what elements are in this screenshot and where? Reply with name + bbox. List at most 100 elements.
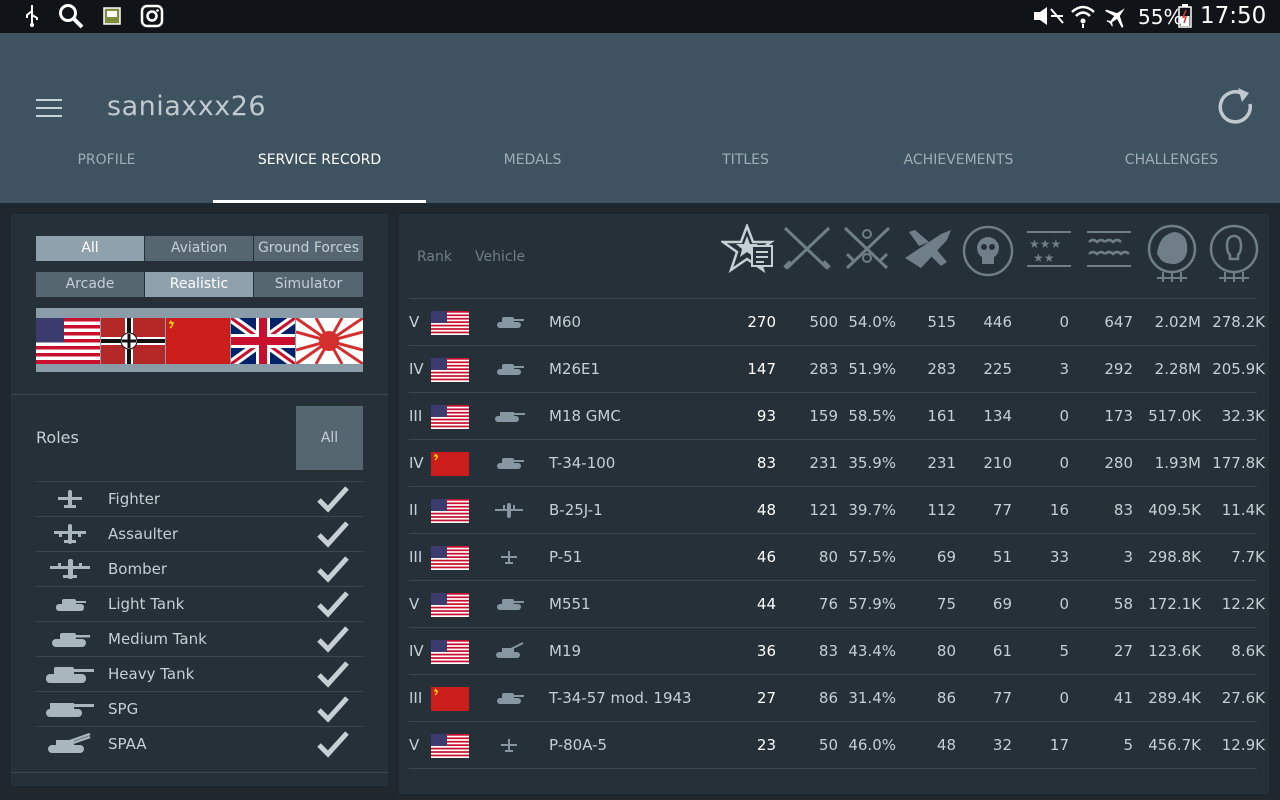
lion-icon[interactable] (1145, 224, 1197, 286)
nation-flag-usa (431, 358, 469, 382)
role-row[interactable]: SPAA (36, 726, 363, 761)
vehicle-spg-icon (493, 407, 525, 425)
role-row[interactable]: Fighter (36, 481, 363, 516)
filter-ground-forces-button[interactable]: Ground Forces (254, 236, 363, 261)
checkmark-icon[interactable] (316, 660, 350, 688)
roles-label: Roles (36, 428, 79, 447)
vehicle-tank-icon (493, 313, 525, 331)
stat-cell: 17 (1049, 736, 1069, 754)
nation-ussr-flag[interactable] (166, 318, 230, 364)
stat-cell: 289.4K (1148, 689, 1201, 707)
instagram-icon (140, 4, 164, 28)
table-row[interactable]: IV M19 36 83 43.4% 80 61 5 27 123.6K 8.6K (409, 627, 1265, 674)
deaths-icon[interactable] (961, 224, 1014, 286)
battles-icon[interactable] (719, 222, 775, 286)
filter-aviation-button[interactable]: Aviation (145, 236, 253, 261)
fighter-icon (44, 488, 96, 510)
table-row[interactable]: III M18 GMC 93 159 58.5% 161 134 0 173 517.0K 32.3… (409, 392, 1265, 439)
role-row[interactable]: Bomber (36, 551, 363, 586)
tab-achievements[interactable]: ACHIEVEMENTS (852, 143, 1065, 203)
stat-cell: 12.2K (1221, 595, 1265, 613)
role-label: SPG (108, 700, 139, 718)
checkmark-icon[interactable] (316, 625, 350, 653)
table-row[interactable]: V P-80A-5 23 50 46.0% 48 32 17 5 456.7K 12.9K (409, 721, 1265, 768)
stat-cell: 2.28M (1154, 360, 1201, 378)
nation-germany-flag[interactable] (101, 318, 165, 364)
nation-usa-flag[interactable] (36, 318, 100, 364)
usb-icon (24, 4, 40, 28)
checkmark-icon[interactable] (316, 590, 350, 618)
roles-all-button[interactable]: All (296, 406, 363, 470)
vehicle-name: M551 (549, 595, 591, 613)
stat-cell: 278.2K (1212, 313, 1265, 331)
nation-japan-flag[interactable] (296, 318, 363, 364)
menu-button[interactable] (36, 99, 62, 119)
table-row[interactable]: IV M26E1 147 283 51.9% 283 225 3 292 2.28M 205.9K (409, 345, 1265, 392)
air-kills-icon[interactable] (901, 224, 953, 286)
stat-cell: 7.7K (1231, 548, 1265, 566)
mute-icon (1032, 4, 1066, 28)
nation-britain-flag[interactable] (231, 318, 295, 364)
checkmark-icon[interactable] (316, 485, 350, 513)
stat-cell: 44 (756, 595, 776, 613)
stat-cell: 32.3K (1221, 407, 1265, 425)
light-tank-icon (44, 593, 96, 615)
ground-kills-stars-icon[interactable]: ★★★ ★★ (1023, 224, 1075, 286)
stat-cell: 5 (1059, 642, 1069, 660)
mode-realistic-button[interactable]: Realistic (145, 272, 253, 297)
role-row[interactable]: Medium Tank (36, 621, 363, 656)
stat-cell: 5 (1123, 736, 1133, 754)
role-row[interactable]: SPG (36, 691, 363, 726)
divider (11, 772, 388, 773)
stat-cell: 27.6K (1221, 689, 1265, 707)
filter-all-button[interactable]: All (36, 236, 144, 261)
table-row[interactable]: II B-25J-1 48 121 39.7% 112 77 16 83 409.5K 11.4K (409, 486, 1265, 533)
tab-titles[interactable]: TITLES (639, 143, 852, 203)
role-row[interactable]: Heavy Tank (36, 656, 363, 691)
stat-cell: 27 (1113, 642, 1133, 660)
vehicle-name: P-51 (549, 548, 583, 566)
tab-service-record[interactable]: SERVICE RECORD (213, 143, 426, 203)
refresh-button[interactable] (1214, 86, 1258, 130)
role-label: Fighter (108, 490, 161, 508)
vehicle-name: M60 (549, 313, 582, 331)
table-row[interactable]: V M551 44 76 57.9% 75 69 0 58 172.1K 12.2K (409, 580, 1265, 627)
stat-cell: 3 (1059, 360, 1069, 378)
mode-simulator-button[interactable]: Simulator (254, 272, 363, 297)
victories-icon[interactable] (781, 224, 833, 286)
role-label: Heavy Tank (108, 665, 195, 683)
stat-cell: 83 (756, 454, 776, 472)
ground-kills-icon[interactable] (1083, 224, 1135, 286)
mode-arcade-button[interactable]: Arcade (36, 272, 144, 297)
vehicle-name: M18 GMC (549, 407, 621, 425)
app-bar: saniaxxx26 PROFILE SERVICE RECORD MEDALS… (0, 33, 1280, 203)
table-row[interactable]: V M60 270 500 54.0% 515 446 0 647 2.02M 278.2K (409, 298, 1265, 345)
win-rate-icon[interactable] (841, 224, 893, 286)
tab-medals[interactable]: MEDALS (426, 143, 639, 203)
checkmark-icon[interactable] (316, 695, 350, 723)
checkmark-icon[interactable] (316, 555, 350, 583)
spg-icon (44, 698, 96, 720)
role-label: Assaulter (108, 525, 179, 543)
stat-cell: 36 (756, 642, 776, 660)
vehicle-header[interactable]: Vehicle (475, 249, 525, 265)
research-icon[interactable] (1207, 224, 1259, 286)
table-row-partial (409, 768, 1257, 780)
stat-cell: 177.8K (1212, 454, 1265, 472)
stat-cell: 23 (756, 736, 776, 754)
tab-challenges[interactable]: CHALLENGES (1065, 143, 1278, 203)
tab-profile[interactable]: PROFILE (0, 143, 213, 203)
checkmark-icon[interactable] (316, 730, 350, 758)
checkmark-icon[interactable] (316, 520, 350, 548)
nation-flag-ussr (431, 687, 469, 711)
rank-header[interactable]: Rank (417, 249, 452, 265)
role-label: Light Tank (108, 595, 185, 613)
table-row[interactable]: III P-51 46 80 57.5% 69 51 33 3 298.8K 7.7K (409, 533, 1265, 580)
stat-cell: 27 (756, 689, 776, 707)
role-row[interactable]: Assaulter (36, 516, 363, 551)
table-row[interactable]: IV T-34-100 83 231 35.9% 231 210 0 280 1.93M 177.8… (409, 439, 1265, 486)
rank-cell: V (409, 595, 420, 613)
table-row[interactable]: III T-34-57 mod. 1943 27 86 31.4% 86 77 0 41 289.… (409, 674, 1265, 721)
wifi-icon (1070, 4, 1096, 28)
role-row[interactable]: Light Tank (36, 586, 363, 621)
